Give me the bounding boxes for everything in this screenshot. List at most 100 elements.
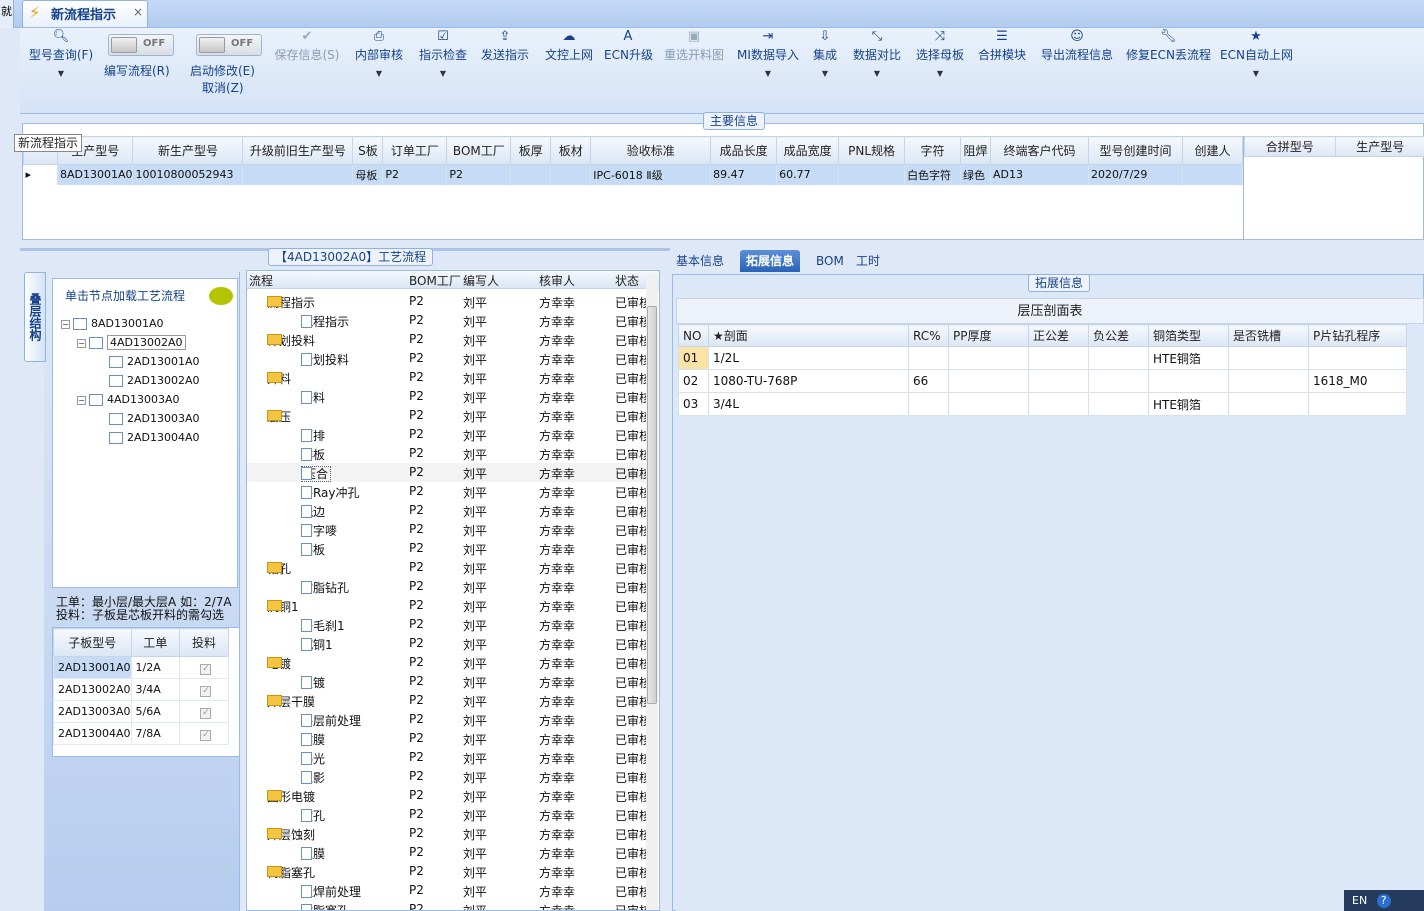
tree-node[interactable]: 2AD13004A0	[109, 431, 200, 444]
process-group-row[interactable]: −开料 P2 刘平 方幸幸 已审核	[247, 368, 647, 387]
tree-node[interactable]: −4AD13003A0	[77, 393, 180, 406]
column-header[interactable]: 铜箔类型	[1148, 324, 1229, 347]
process-step-row[interactable]: 树脂塞孔 P2 刘平 方幸幸 已审核	[247, 900, 647, 910]
tree-node[interactable]: 2AD13001A0	[109, 355, 200, 368]
tree-node[interactable]: −8AD13001A0	[61, 317, 164, 330]
column-header[interactable]: 编写人	[463, 272, 499, 289]
cancel-button[interactable]: 取消(Z)	[202, 79, 244, 96]
left-nav-stub[interactable]: 就	[0, 0, 14, 28]
table-cell[interactable]: ✓	[178, 678, 230, 701]
close-icon[interactable]: ×	[133, 5, 143, 19]
column-header[interactable]: NO	[678, 324, 709, 347]
process-group-row[interactable]: −沉铜1 P2 刘平 方幸幸 已审核	[247, 596, 647, 615]
table-cell[interactable]: 89.47	[710, 164, 778, 185]
checkbox[interactable]: ✓	[200, 729, 212, 741]
process-step-row[interactable]: 铣边 P2 刘平 方幸幸 已审核	[247, 501, 647, 520]
column-header[interactable]: 流程	[249, 272, 273, 289]
column-header[interactable]: 字符	[904, 136, 962, 165]
table-cell[interactable]: ✓	[178, 656, 230, 679]
process-step-row[interactable]: 流程指示 P2 刘平 方幸幸 已审核	[247, 311, 647, 330]
table-cell[interactable]: 1080-TU-768P	[708, 369, 909, 393]
process-group-row[interactable]: −流程指示 P2 刘平 方幸幸 已审核	[247, 292, 647, 311]
table-cell[interactable]	[1148, 369, 1229, 393]
table-cell[interactable]	[1228, 369, 1309, 393]
process-step-row[interactable]: 贴膜 P2 刘平 方幸幸 已审核	[247, 729, 647, 748]
process-step-row[interactable]: 曝光 P2 刘平 方幸幸 已审核	[247, 748, 647, 767]
column-header[interactable]: S板	[352, 136, 384, 165]
tab-bom[interactable]: BOM	[810, 250, 850, 272]
process-group-row[interactable]: −树脂塞孔 P2 刘平 方幸幸 已审核	[247, 862, 647, 881]
tree-node[interactable]: −4AD13002A0	[77, 335, 186, 350]
combine-module-button[interactable]: ☰ 合拼模块	[976, 28, 1028, 114]
table-cell[interactable]: 8AD13001A0	[57, 164, 134, 185]
column-header[interactable]: 合拼型号	[1244, 136, 1336, 157]
checkbox[interactable]: ✓	[200, 685, 212, 697]
table-cell[interactable]: 66	[908, 369, 949, 393]
table-cell[interactable]: 2AD13002A0	[53, 678, 132, 701]
table-row[interactable]: ▸ 8AD13001A0 10010800052943 母板 P2 P2 IPC-6018 …	[23, 164, 1244, 185]
column-header[interactable]: 型号创建时间	[1087, 136, 1183, 165]
table-cell[interactable]: HTE铜箔	[1148, 346, 1229, 370]
reselect-cut-button[interactable]: ▣ 重选开料图	[662, 28, 726, 114]
table-row[interactable]: 2AD13003A0 5/6A ✓	[53, 700, 230, 723]
table-cell[interactable]	[1088, 346, 1149, 370]
process-step-row[interactable]: 显影 P2 刘平 方幸幸 已审核	[247, 767, 647, 786]
repair-ecn-button[interactable]: 🔧︎ 修复ECN丢流程	[1126, 28, 1211, 114]
table-cell[interactable]: 5/6A	[130, 700, 180, 723]
table-cell[interactable]	[1028, 346, 1089, 370]
table-cell[interactable]	[1228, 392, 1309, 416]
column-header[interactable]: 新生产型号	[132, 136, 244, 165]
process-step-row[interactable]: 退膜 P2 刘平 方幸幸 已审核	[247, 843, 647, 862]
table-cell[interactable]: ✓	[178, 700, 230, 723]
checkbox[interactable]: ✓	[200, 707, 212, 719]
column-header[interactable]: 订单工厂	[382, 136, 448, 165]
ecn-upgrade-button[interactable]: A ECN升级	[604, 28, 653, 114]
process-step-row[interactable]: 预排 P2 刘平 方幸幸 已审核	[247, 425, 647, 444]
process-group-row[interactable]: −外层干膜 P2 刘平 方幸幸 已审核	[247, 691, 647, 710]
table-row[interactable]: 2AD13001A0 1/2A ✓	[53, 656, 230, 679]
table-cell[interactable]: 7/8A	[130, 722, 180, 745]
process-group-row[interactable]: −电镀 P2 刘平 方幸幸 已审核	[247, 653, 647, 672]
column-header[interactable]: 是否铣槽	[1228, 324, 1309, 347]
process-step-row[interactable]: 沉铜1 P2 刘平 方幸幸 已审核	[247, 634, 647, 653]
column-header[interactable]: ★剖面	[708, 324, 909, 347]
table-cell[interactable]: P2	[446, 164, 512, 185]
table-cell[interactable]: 10010800052943	[132, 164, 244, 185]
table-cell[interactable]	[948, 369, 1029, 393]
process-group-row[interactable]: −图形电镀 P2 刘平 方幸幸 已审核	[247, 786, 647, 805]
save-info-button[interactable]: ✔ 保存信息(S)	[272, 28, 342, 114]
table-cell[interactable]	[242, 164, 354, 185]
process-group-row[interactable]: −层压 P2 刘平 方幸幸 已审核	[247, 406, 647, 425]
table-cell[interactable]: 白色字符	[904, 164, 962, 185]
process-group-row[interactable]: −计划投料 P2 刘平 方幸幸 已审核	[247, 330, 647, 349]
column-header[interactable]: 升级前旧生产型号	[242, 136, 354, 165]
table-cell[interactable]	[1028, 369, 1089, 393]
table-cell[interactable]	[550, 164, 592, 185]
column-header[interactable]: 核审人	[539, 272, 575, 289]
process-step-row[interactable]: 计划投料 P2 刘平 方幸幸 已审核	[247, 349, 647, 368]
table-cell[interactable]: 02	[678, 369, 709, 393]
table-cell[interactable]	[1028, 392, 1089, 416]
column-header[interactable]: 生产型号	[1334, 136, 1424, 157]
table-cell[interactable]: 60.77	[776, 164, 840, 185]
table-row[interactable]: 2AD13002A0 3/4A ✓	[53, 678, 230, 701]
process-step-row[interactable]: 阻焊前处理 P2 刘平 方幸幸 已审核	[247, 881, 647, 900]
table-cell[interactable]	[1088, 392, 1149, 416]
process-step-row[interactable]: 去毛刹1 P2 刘平 方幸幸 已审核	[247, 615, 647, 634]
column-header[interactable]: P片钻孔程序	[1308, 324, 1407, 347]
language-bar[interactable]: EN ?	[1344, 890, 1424, 911]
column-header[interactable]: 板材	[550, 136, 592, 165]
process-step-row[interactable]: X-Ray冲孔 P2 刘平 方幸幸 已审核	[247, 482, 647, 501]
process-step-row[interactable]: 压合 P2 刘平 方幸幸 已审核	[247, 463, 647, 482]
table-cell[interactable]: 1618_M0	[1308, 369, 1407, 393]
table-cell[interactable]: ✓	[178, 722, 230, 745]
start-modify-toggle[interactable]: OFF	[196, 34, 262, 56]
select-mother-button[interactable]: ⤨ 选择母板 ▼	[914, 28, 966, 114]
table-cell[interactable]: 2020/7/29	[1088, 164, 1183, 185]
column-header[interactable]: 成品宽度	[776, 136, 840, 165]
integrate-button[interactable]: ⇩ 集成 ▼	[808, 28, 842, 114]
table-cell[interactable]: IPC-6018 Ⅱ级	[590, 164, 712, 185]
checkbox[interactable]: ✓	[200, 663, 212, 675]
check-instruction-button[interactable]: ☑ 指示检查 ▼	[416, 28, 470, 114]
column-header[interactable]: 子板型号	[53, 628, 132, 657]
